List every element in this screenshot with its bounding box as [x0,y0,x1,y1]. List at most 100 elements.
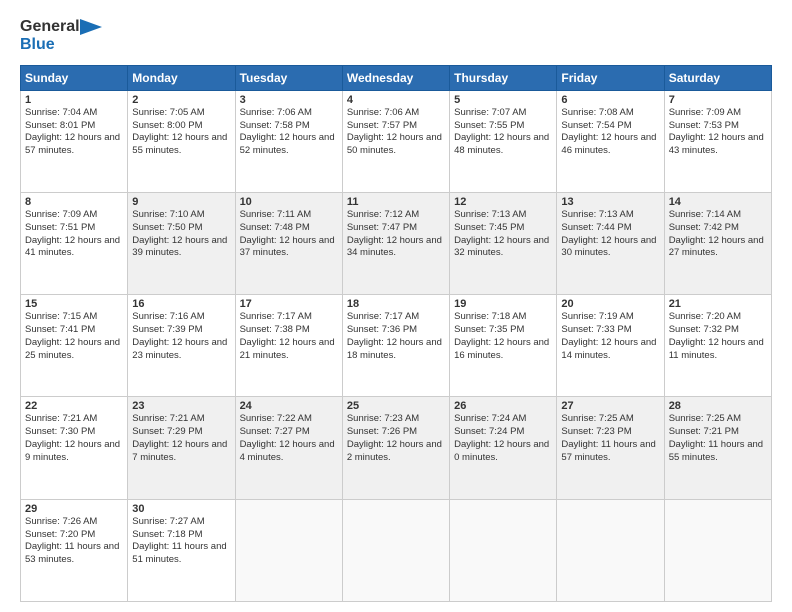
day-header-monday: Monday [128,65,235,90]
calendar-cell: 16Sunrise: 7:16 AMSunset: 7:39 PMDayligh… [128,295,235,397]
calendar-cell: 20Sunrise: 7:19 AMSunset: 7:33 PMDayligh… [557,295,664,397]
day-info: Sunrise: 7:08 AMSunset: 7:54 PMDaylight:… [561,107,659,158]
logo-arrow-icon [80,19,102,35]
day-info: Sunrise: 7:22 AMSunset: 7:27 PMDaylight:… [240,413,338,464]
calendar-header-row: SundayMondayTuesdayWednesdayThursdayFrid… [21,65,772,90]
logo-text-general: General [20,18,80,36]
calendar-table: SundayMondayTuesdayWednesdayThursdayFrid… [20,65,772,602]
calendar-cell [664,499,771,601]
calendar-cell [235,499,342,601]
day-number: 12 [454,196,552,208]
day-number: 22 [25,400,123,412]
logo: General Blue [20,18,102,55]
day-info: Sunrise: 7:12 AMSunset: 7:47 PMDaylight:… [347,209,445,260]
day-info: Sunrise: 7:16 AMSunset: 7:39 PMDaylight:… [132,311,230,362]
day-info: Sunrise: 7:25 AMSunset: 7:21 PMDaylight:… [669,413,767,464]
day-info: Sunrise: 7:26 AMSunset: 7:20 PMDaylight:… [25,516,123,567]
logo-container: General Blue [20,18,102,55]
calendar-cell: 6Sunrise: 7:08 AMSunset: 7:54 PMDaylight… [557,90,664,192]
day-info: Sunrise: 7:25 AMSunset: 7:23 PMDaylight:… [561,413,659,464]
day-info: Sunrise: 7:13 AMSunset: 7:45 PMDaylight:… [454,209,552,260]
day-info: Sunrise: 7:05 AMSunset: 8:00 PMDaylight:… [132,107,230,158]
day-header-tuesday: Tuesday [235,65,342,90]
calendar-cell: 13Sunrise: 7:13 AMSunset: 7:44 PMDayligh… [557,193,664,295]
day-info: Sunrise: 7:06 AMSunset: 7:57 PMDaylight:… [347,107,445,158]
day-info: Sunrise: 7:19 AMSunset: 7:33 PMDaylight:… [561,311,659,362]
day-header-wednesday: Wednesday [342,65,449,90]
day-number: 25 [347,400,445,412]
logo-text-blue: Blue [20,36,55,54]
calendar-cell: 28Sunrise: 7:25 AMSunset: 7:21 PMDayligh… [664,397,771,499]
calendar-week-4: 22Sunrise: 7:21 AMSunset: 7:30 PMDayligh… [21,397,772,499]
calendar-cell: 17Sunrise: 7:17 AMSunset: 7:38 PMDayligh… [235,295,342,397]
day-info: Sunrise: 7:18 AMSunset: 7:35 PMDaylight:… [454,311,552,362]
calendar-cell: 10Sunrise: 7:11 AMSunset: 7:48 PMDayligh… [235,193,342,295]
calendar-cell: 15Sunrise: 7:15 AMSunset: 7:41 PMDayligh… [21,295,128,397]
day-number: 23 [132,400,230,412]
day-number: 15 [25,298,123,310]
day-number: 30 [132,503,230,515]
calendar-cell: 12Sunrise: 7:13 AMSunset: 7:45 PMDayligh… [450,193,557,295]
day-info: Sunrise: 7:15 AMSunset: 7:41 PMDaylight:… [25,311,123,362]
day-info: Sunrise: 7:06 AMSunset: 7:58 PMDaylight:… [240,107,338,158]
calendar-cell: 3Sunrise: 7:06 AMSunset: 7:58 PMDaylight… [235,90,342,192]
calendar-cell: 26Sunrise: 7:24 AMSunset: 7:24 PMDayligh… [450,397,557,499]
day-info: Sunrise: 7:20 AMSunset: 7:32 PMDaylight:… [669,311,767,362]
calendar-cell: 4Sunrise: 7:06 AMSunset: 7:57 PMDaylight… [342,90,449,192]
day-info: Sunrise: 7:09 AMSunset: 7:51 PMDaylight:… [25,209,123,260]
calendar-cell [450,499,557,601]
calendar-cell: 25Sunrise: 7:23 AMSunset: 7:26 PMDayligh… [342,397,449,499]
calendar-cell: 2Sunrise: 7:05 AMSunset: 8:00 PMDaylight… [128,90,235,192]
day-info: Sunrise: 7:09 AMSunset: 7:53 PMDaylight:… [669,107,767,158]
day-info: Sunrise: 7:07 AMSunset: 7:55 PMDaylight:… [454,107,552,158]
calendar-cell: 11Sunrise: 7:12 AMSunset: 7:47 PMDayligh… [342,193,449,295]
day-info: Sunrise: 7:21 AMSunset: 7:30 PMDaylight:… [25,413,123,464]
day-number: 9 [132,196,230,208]
day-header-sunday: Sunday [21,65,128,90]
day-number: 26 [454,400,552,412]
calendar-cell: 18Sunrise: 7:17 AMSunset: 7:36 PMDayligh… [342,295,449,397]
calendar-cell: 1Sunrise: 7:04 AMSunset: 8:01 PMDaylight… [21,90,128,192]
day-header-friday: Friday [557,65,664,90]
day-number: 14 [669,196,767,208]
day-info: Sunrise: 7:21 AMSunset: 7:29 PMDaylight:… [132,413,230,464]
calendar-cell: 23Sunrise: 7:21 AMSunset: 7:29 PMDayligh… [128,397,235,499]
calendar-cell: 8Sunrise: 7:09 AMSunset: 7:51 PMDaylight… [21,193,128,295]
day-number: 24 [240,400,338,412]
day-number: 18 [347,298,445,310]
day-number: 1 [25,94,123,106]
day-info: Sunrise: 7:10 AMSunset: 7:50 PMDaylight:… [132,209,230,260]
day-number: 19 [454,298,552,310]
day-number: 11 [347,196,445,208]
calendar-week-1: 1Sunrise: 7:04 AMSunset: 8:01 PMDaylight… [21,90,772,192]
calendar-cell: 5Sunrise: 7:07 AMSunset: 7:55 PMDaylight… [450,90,557,192]
day-info: Sunrise: 7:04 AMSunset: 8:01 PMDaylight:… [25,107,123,158]
day-info: Sunrise: 7:17 AMSunset: 7:38 PMDaylight:… [240,311,338,362]
calendar-cell [342,499,449,601]
page: General Blue SundayMondayTuesdayWednesda… [0,0,792,612]
day-number: 27 [561,400,659,412]
day-info: Sunrise: 7:11 AMSunset: 7:48 PMDaylight:… [240,209,338,260]
calendar-week-3: 15Sunrise: 7:15 AMSunset: 7:41 PMDayligh… [21,295,772,397]
day-number: 6 [561,94,659,106]
day-number: 20 [561,298,659,310]
day-number: 17 [240,298,338,310]
day-number: 7 [669,94,767,106]
day-number: 2 [132,94,230,106]
day-info: Sunrise: 7:17 AMSunset: 7:36 PMDaylight:… [347,311,445,362]
day-number: 3 [240,94,338,106]
day-number: 28 [669,400,767,412]
calendar-cell: 14Sunrise: 7:14 AMSunset: 7:42 PMDayligh… [664,193,771,295]
calendar-cell: 30Sunrise: 7:27 AMSunset: 7:18 PMDayligh… [128,499,235,601]
day-number: 13 [561,196,659,208]
calendar-cell: 9Sunrise: 7:10 AMSunset: 7:50 PMDaylight… [128,193,235,295]
calendar-cell: 27Sunrise: 7:25 AMSunset: 7:23 PMDayligh… [557,397,664,499]
day-number: 21 [669,298,767,310]
day-info: Sunrise: 7:23 AMSunset: 7:26 PMDaylight:… [347,413,445,464]
day-number: 16 [132,298,230,310]
day-number: 5 [454,94,552,106]
calendar-week-5: 29Sunrise: 7:26 AMSunset: 7:20 PMDayligh… [21,499,772,601]
calendar-cell: 22Sunrise: 7:21 AMSunset: 7:30 PMDayligh… [21,397,128,499]
calendar-cell: 21Sunrise: 7:20 AMSunset: 7:32 PMDayligh… [664,295,771,397]
day-number: 8 [25,196,123,208]
